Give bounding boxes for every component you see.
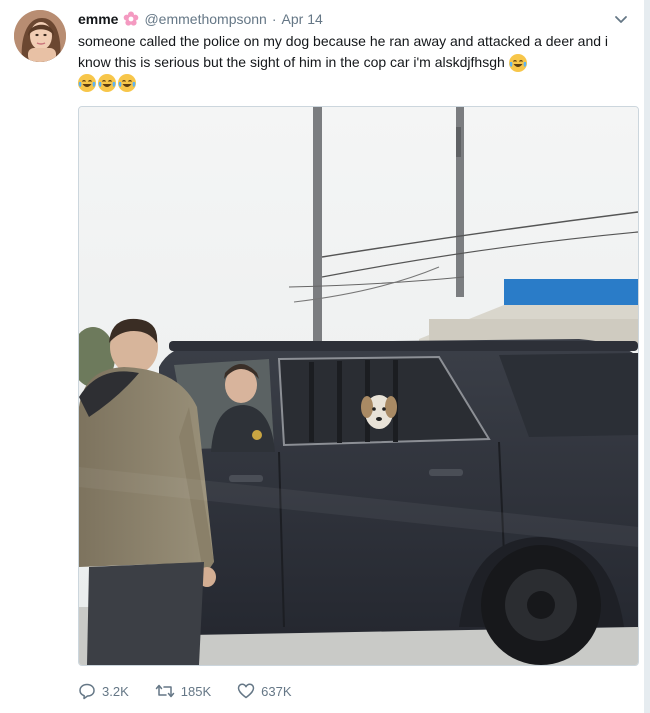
retweet-count: 185K	[180, 683, 212, 699]
retweet-button[interactable]: 185K	[155, 682, 211, 700]
window-edge	[644, 0, 650, 713]
tweet-body: someone called the police on my dog beca…	[78, 33, 609, 70]
retweet-icon	[155, 684, 174, 698]
user-handle[interactable]: @emmethompsonn	[144, 11, 266, 27]
flower-icon	[123, 11, 139, 27]
like-count: 637K	[261, 683, 292, 699]
like-button[interactable]: 637K	[237, 682, 292, 700]
tweet-header: emme @emmethompsonn · Apr 14	[78, 9, 323, 29]
crying-laughing-emoji	[118, 74, 136, 92]
tweet-photo[interactable]	[78, 106, 639, 666]
separator-dot: ·	[271, 11, 277, 27]
chevron-down-icon[interactable]	[612, 10, 630, 28]
tweet-actions: 3.2K 185K 637K	[78, 680, 318, 702]
avatar[interactable]	[14, 10, 66, 62]
tweet-card: emme @emmethompsonn · Apr 14 someone cal…	[0, 0, 644, 713]
tweet-date[interactable]: Apr 14	[282, 11, 323, 27]
crying-laughing-emoji	[98, 74, 116, 92]
reply-count: 3.2K	[102, 683, 129, 699]
display-name[interactable]: emme	[78, 11, 118, 27]
reply-button[interactable]: 3.2K	[78, 682, 129, 700]
crying-laughing-emoji	[78, 74, 96, 92]
crying-laughing-emoji	[508, 54, 527, 73]
heart-icon	[237, 683, 255, 699]
reply-icon	[79, 683, 95, 700]
tweet-text: someone called the police on my dog beca…	[78, 31, 630, 92]
emoji-row	[78, 74, 630, 92]
